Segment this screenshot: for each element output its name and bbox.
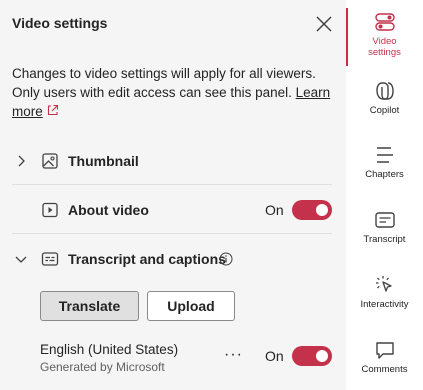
- caption-language: English (United States): [40, 342, 179, 357]
- rail-interactivity[interactable]: Interactivity: [346, 274, 423, 310]
- thumbnail-row[interactable]: Thumbnail: [12, 144, 332, 178]
- settings-toggle-icon: [374, 13, 395, 31]
- divider: [12, 233, 332, 234]
- rail-video-settings[interactable]: Video settings: [346, 11, 423, 58]
- close-icon[interactable]: [313, 13, 335, 35]
- thumbnail-label: Thumbnail: [68, 153, 139, 169]
- description-text: Changes to video settings will apply for…: [12, 66, 316, 100]
- comment-icon: [375, 342, 394, 359]
- side-rail: [346, 0, 423, 390]
- copilot-icon: [375, 82, 394, 100]
- rail-copilot[interactable]: Copilot: [346, 80, 423, 116]
- transcript-label: Transcript and captions: [68, 251, 226, 267]
- chapters-icon: [376, 147, 393, 163]
- rail-label: Copilot: [369, 105, 400, 116]
- rail-comments[interactable]: Comments: [346, 339, 423, 375]
- about-video-state: On: [265, 202, 284, 218]
- info-icon[interactable]: [219, 252, 233, 266]
- caption-source: Generated by Microsoft: [40, 360, 165, 374]
- chevron-down-icon: [15, 256, 27, 263]
- interactivity-icon: [375, 276, 392, 292]
- transcript-icon: [374, 212, 395, 228]
- translate-button[interactable]: Translate: [40, 291, 139, 321]
- rail-label: Video settings: [368, 36, 401, 58]
- caption-state: On: [265, 348, 284, 364]
- rail-chapters[interactable]: Chapters: [346, 144, 423, 180]
- video-settings-panel: Video settings Changes to video settings…: [0, 0, 346, 390]
- video-play-icon: [42, 202, 58, 218]
- about-video-toggle[interactable]: [292, 200, 332, 220]
- rail-label: Interactivity: [360, 299, 409, 310]
- rail-label: Chapters: [365, 169, 404, 180]
- external-link-icon: [47, 104, 58, 116]
- captions-icon: [41, 252, 59, 266]
- divider: [12, 184, 332, 185]
- panel-description: Changes to video settings will apply for…: [12, 64, 338, 121]
- panel-title: Video settings: [12, 15, 108, 31]
- rail-label: Comments: [361, 364, 408, 375]
- image-icon: [42, 153, 58, 169]
- caption-toggle[interactable]: [292, 346, 332, 366]
- about-video-row: About video On: [12, 193, 332, 227]
- about-video-label: About video: [68, 202, 149, 218]
- transcript-row[interactable]: Transcript and captions: [12, 242, 332, 276]
- rail-transcript[interactable]: Transcript: [346, 209, 423, 245]
- more-options-button[interactable]: ···: [224, 346, 243, 364]
- chevron-right-icon: [18, 155, 25, 167]
- upload-button[interactable]: Upload: [147, 291, 235, 321]
- rail-label: Transcript: [363, 234, 406, 245]
